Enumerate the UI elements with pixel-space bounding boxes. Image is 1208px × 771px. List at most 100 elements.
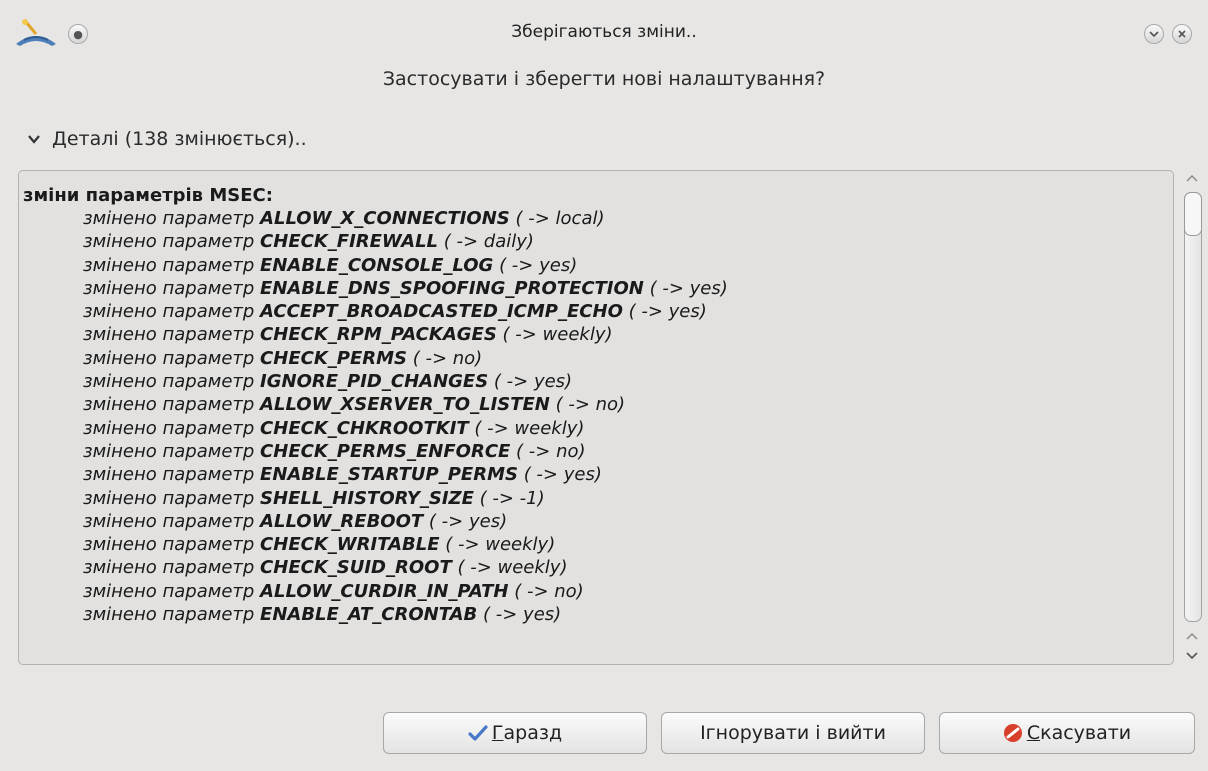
change-line: змінено параметр ENABLE_STARTUP_PERMS ( … [83,464,728,487]
change-line: змінено параметр CHECK_PERMS ( -> no) [83,348,728,371]
chevron-up-icon [1186,175,1198,182]
scroll-thumb[interactable] [1184,192,1202,236]
close-button[interactable] [1172,24,1192,44]
change-line: змінено параметр ENABLE_AT_CRONTAB ( -> … [83,604,728,627]
parameter-value: ( -> -1) [473,487,545,509]
parameter-name: ENABLE_AT_CRONTAB [260,604,478,626]
chevron-down-icon [28,135,40,144]
parameter-name: ALLOW_CURDIR_IN_PATH [260,580,509,602]
change-line: змінено параметр CHECK_PERMS_ENFORCE ( -… [83,441,728,464]
parameter-value: ( -> yes) [493,254,578,276]
minimize-button[interactable] [1144,24,1164,44]
checkmark-icon [468,723,488,743]
parameter-name: ACCEPT_BROADCASTED_ICMP_ECHO [260,301,623,323]
change-line: змінено параметр CHECK_CHKROOTKIT ( -> w… [83,418,728,441]
ignore-and-exit-button[interactable]: Ігнорувати і вийти [661,712,925,754]
parameter-name: CHECK_PERMS [260,347,407,369]
change-prefix: змінено параметр [83,534,261,556]
parameter-name: CHECK_SUID_ROOT [260,557,452,579]
change-prefix: змінено параметр [83,580,261,602]
minimize-chevron-icon [1149,31,1159,38]
changes-heading: зміни параметрів MSEC: [23,185,273,206]
change-prefix: змінено параметр [83,254,261,276]
change-line: змінено параметр CHECK_WRITABLE ( -> wee… [83,534,728,557]
parameter-value: ( -> no) [407,347,483,369]
cancel-button[interactable]: Скасувати [939,712,1195,754]
parameter-name: SHELL_HISTORY_SIZE [260,487,474,509]
parameter-value: ( -> no) [508,580,584,602]
parameter-value: ( -> no) [510,440,586,462]
parameter-name: ALLOW_X_CONNECTIONS [260,208,510,229]
change-line: змінено параметр ALLOW_X_CONNECTIONS ( -… [83,208,728,231]
change-line: змінено параметр ALLOW_REBOOT ( -> yes) [83,511,728,534]
parameter-name: CHECK_PERMS_ENFORCE [260,440,511,462]
change-line: змінено параметр ACCEPT_BROADCASTED_ICMP… [83,301,728,324]
change-prefix: змінено параметр [83,464,261,486]
parameter-name: CHECK_FIREWALL [260,231,439,253]
parameter-value: ( -> yes) [423,510,508,532]
change-prefix: змінено параметр [83,394,261,416]
parameter-value: ( -> daily) [438,231,534,253]
ignore-button-label: Ігнорувати і вийти [700,722,886,744]
scroll-trough [1184,192,1202,622]
parameter-name: IGNORE_PID_CHANGES [260,371,489,393]
change-line: змінено параметр ENABLE_DNS_SPOOFING_PRO… [83,278,728,301]
change-prefix: змінено параметр [83,487,261,509]
chevron-down-icon [1186,652,1198,660]
change-prefix: змінено параметр [83,347,261,369]
change-prefix: змінено параметр [83,557,261,579]
change-prefix: змінено параметр [83,301,261,323]
close-x-icon [1178,30,1186,38]
parameter-name: ALLOW_XSERVER_TO_LISTEN [260,394,550,416]
change-line: змінено параметр CHECK_FIREWALL ( -> dai… [83,231,728,254]
changes-text-view[interactable]: зміни параметрів MSEC: змінено параметр … [18,170,1174,665]
parameter-name: CHECK_CHKROOTKIT [260,417,469,439]
change-prefix: змінено параметр [83,231,261,253]
change-prefix: змінено параметр [83,440,261,462]
confirmation-question: Застосувати і зберегти нові налаштування… [382,68,826,90]
parameter-value: ( -> weekly) [439,534,556,556]
ok-button-label: Гаразд [491,722,563,744]
change-prefix: змінено параметр [83,371,261,393]
parameter-name: CHECK_WRITABLE [260,534,440,556]
scroll-down-arrow[interactable] [1180,648,1204,664]
change-line: змінено параметр SHELL_HISTORY_SIZE ( ->… [83,488,728,511]
parameter-name: ENABLE_CONSOLE_LOG [260,254,494,276]
change-line: змінено параметр CHECK_SUID_ROOT ( -> we… [83,557,728,580]
change-prefix: змінено параметр [83,604,261,626]
parameter-value: ( -> local) [509,208,605,229]
window-title: Зберігаються зміни.. [511,22,697,42]
details-label: Деталі (138 змінюється).. [52,128,307,150]
parameter-value: ( -> yes) [477,604,562,626]
change-prefix: змінено параметр [83,510,261,532]
parameter-name: ENABLE_STARTUP_PERMS [260,464,518,486]
change-line: змінено параметр CHECK_RPM_PACKAGES ( ->… [83,324,728,347]
parameter-name: ALLOW_REBOOT [260,510,424,532]
change-line: змінено параметр ENABLE_CONSOLE_LOG ( ->… [83,255,728,278]
cancel-circle-icon [1003,723,1023,743]
change-prefix: змінено параметр [83,208,261,229]
parameter-value: ( -> weekly) [496,324,613,346]
parameter-value: ( -> yes) [517,464,602,486]
parameter-value: ( -> weekly) [468,417,585,439]
cancel-button-label: Скасувати [1026,722,1132,744]
parameter-name: CHECK_RPM_PACKAGES [260,324,497,346]
change-line: змінено параметр ALLOW_XSERVER_TO_LISTEN… [83,394,728,417]
change-prefix: змінено параметр [83,277,261,299]
scroll-up-arrow-bottom[interactable] [1180,628,1204,644]
parameter-value: ( -> yes) [488,371,573,393]
changes-list: змінено параметр ALLOW_X_CONNECTIONS ( -… [83,208,728,627]
change-prefix: змінено параметр [83,417,261,439]
ok-button[interactable]: Гаразд [383,712,647,754]
change-line: змінено параметр IGNORE_PID_CHANGES ( ->… [83,371,728,394]
parameter-value: ( -> yes) [622,301,707,323]
parameter-value: ( -> yes) [643,277,728,299]
parameter-name: ENABLE_DNS_SPOOFING_PROTECTION [260,277,644,299]
vertical-scrollbar[interactable] [1180,170,1204,665]
scroll-up-arrow[interactable] [1180,170,1204,186]
parameter-value: ( -> weekly) [451,557,568,579]
details-expander[interactable]: Деталі (138 змінюється).. [26,128,307,150]
parameter-value: ( -> no) [549,394,626,416]
title-bar: ● Зберігаються зміни.. [0,0,1208,64]
chevron-up-icon [1186,633,1198,640]
